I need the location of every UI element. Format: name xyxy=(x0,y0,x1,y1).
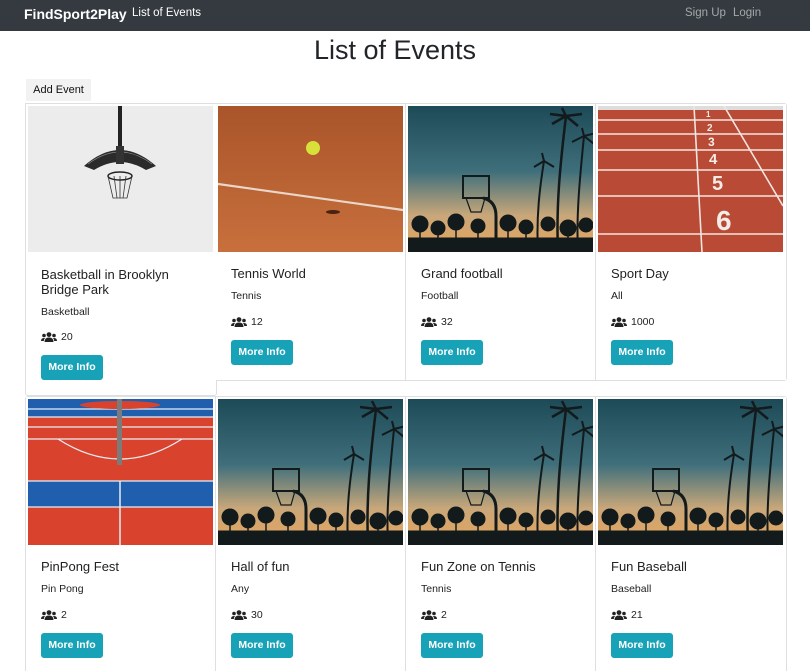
users-icon xyxy=(41,610,57,620)
svg-text:5: 5 xyxy=(712,173,723,195)
participants-count: 21 xyxy=(631,609,643,621)
participants-count: 12 xyxy=(251,316,263,328)
users-icon xyxy=(231,317,247,327)
event-sport: Football xyxy=(421,290,459,302)
more-info-button[interactable]: More Info xyxy=(421,340,483,365)
users-icon xyxy=(421,610,437,620)
participants-count: 32 xyxy=(441,316,453,328)
svg-text:2: 2 xyxy=(707,123,713,134)
users-icon xyxy=(611,610,627,620)
svg-text:1: 1 xyxy=(706,110,711,119)
event-sport: Baseball xyxy=(611,583,652,595)
card-deck-row-2: PinPong Fest Pin Pong 2 More Info Hall o… xyxy=(25,396,787,671)
event-title: Sport Day xyxy=(611,266,669,281)
event-sport: Any xyxy=(231,583,250,595)
more-info-button[interactable]: More Info xyxy=(41,355,103,380)
event-card: Hall of fun Any 30 More Info xyxy=(216,397,406,671)
users-icon xyxy=(41,332,57,342)
event-sport: Tennis xyxy=(231,290,262,302)
more-info-button[interactable]: More Info xyxy=(231,633,293,658)
nav-link-list-of-events[interactable]: List of Events xyxy=(132,7,201,19)
participants-count: 1000 xyxy=(631,316,655,328)
event-participants: 21 xyxy=(611,609,643,621)
event-card: Fun Baseball Baseball 21 More Info xyxy=(596,397,786,671)
users-icon xyxy=(611,317,627,327)
more-info-button[interactable]: More Info xyxy=(611,633,673,658)
event-title: Fun Baseball xyxy=(611,559,687,574)
participants-count: 20 xyxy=(61,331,73,343)
event-card: PinPong Fest Pin Pong 2 More Info xyxy=(26,397,216,671)
event-sport: All xyxy=(611,290,623,302)
participants-count: 2 xyxy=(61,609,67,621)
svg-text:4: 4 xyxy=(709,151,718,168)
basketball-hoop-photo xyxy=(28,106,213,252)
more-info-button[interactable]: More Info xyxy=(41,633,103,658)
palm-trees-hoop-photo xyxy=(408,399,593,545)
event-participants: 2 xyxy=(41,609,67,621)
event-sport: Pin Pong xyxy=(41,583,84,595)
page-title: List of Events xyxy=(313,35,477,65)
nav-link-sign-up[interactable]: Sign Up xyxy=(685,7,726,19)
card-deck-row-1: Basketball in Brooklyn Bridge Park Baske… xyxy=(25,103,787,396)
event-card: Tennis World Tennis 12 More Info xyxy=(216,104,406,380)
more-info-button[interactable]: More Info xyxy=(231,340,293,365)
event-title: Fun Zone on Tennis xyxy=(421,559,536,574)
event-participants: 2 xyxy=(421,609,447,621)
users-icon xyxy=(231,610,247,620)
event-sport: Basketball xyxy=(41,306,90,318)
svg-text:3: 3 xyxy=(708,135,715,149)
event-participants: 32 xyxy=(421,316,453,328)
palm-trees-hoop-photo xyxy=(598,399,783,545)
event-title: Basketball in Brooklyn Bridge Park xyxy=(41,267,169,297)
event-sport: Tennis xyxy=(421,583,452,595)
sports-court-photo xyxy=(28,399,213,545)
participants-count: 30 xyxy=(251,609,263,621)
event-participants: 20 xyxy=(41,331,73,343)
nav-link-login[interactable]: Login xyxy=(733,7,761,19)
event-title: Tennis World xyxy=(231,266,306,281)
event-card: Basketball in Brooklyn Bridge Park Baske… xyxy=(25,103,217,396)
tennis-court-photo xyxy=(218,106,403,252)
brand-logo[interactable]: FindSport2Play xyxy=(24,6,127,22)
more-info-button[interactable]: More Info xyxy=(421,633,483,658)
add-event-button[interactable]: Add Event xyxy=(26,79,91,101)
navbar: FindSport2Play List of Events Sign Up Lo… xyxy=(0,0,810,31)
users-icon xyxy=(421,317,437,327)
palm-trees-hoop-photo xyxy=(408,106,593,252)
more-info-button[interactable]: More Info xyxy=(611,340,673,365)
event-title: Hall of fun xyxy=(231,559,290,574)
event-title: PinPong Fest xyxy=(41,559,120,574)
event-participants: 12 xyxy=(231,316,263,328)
event-card: Grand football Football 32 More Info xyxy=(406,104,596,380)
event-card: 1 2 3 4 5 6 Sport Day All 1000 More Info xyxy=(596,104,786,380)
running-track-photo: 1 2 3 4 5 6 xyxy=(598,106,783,252)
event-card: Fun Zone on Tennis Tennis 2 More Info xyxy=(406,397,596,671)
svg-text:6: 6 xyxy=(716,205,732,236)
palm-trees-hoop-photo xyxy=(218,399,403,545)
event-title: Grand football xyxy=(421,266,503,281)
event-participants: 1000 xyxy=(611,316,654,328)
participants-count: 2 xyxy=(441,609,447,621)
event-participants: 30 xyxy=(231,609,263,621)
